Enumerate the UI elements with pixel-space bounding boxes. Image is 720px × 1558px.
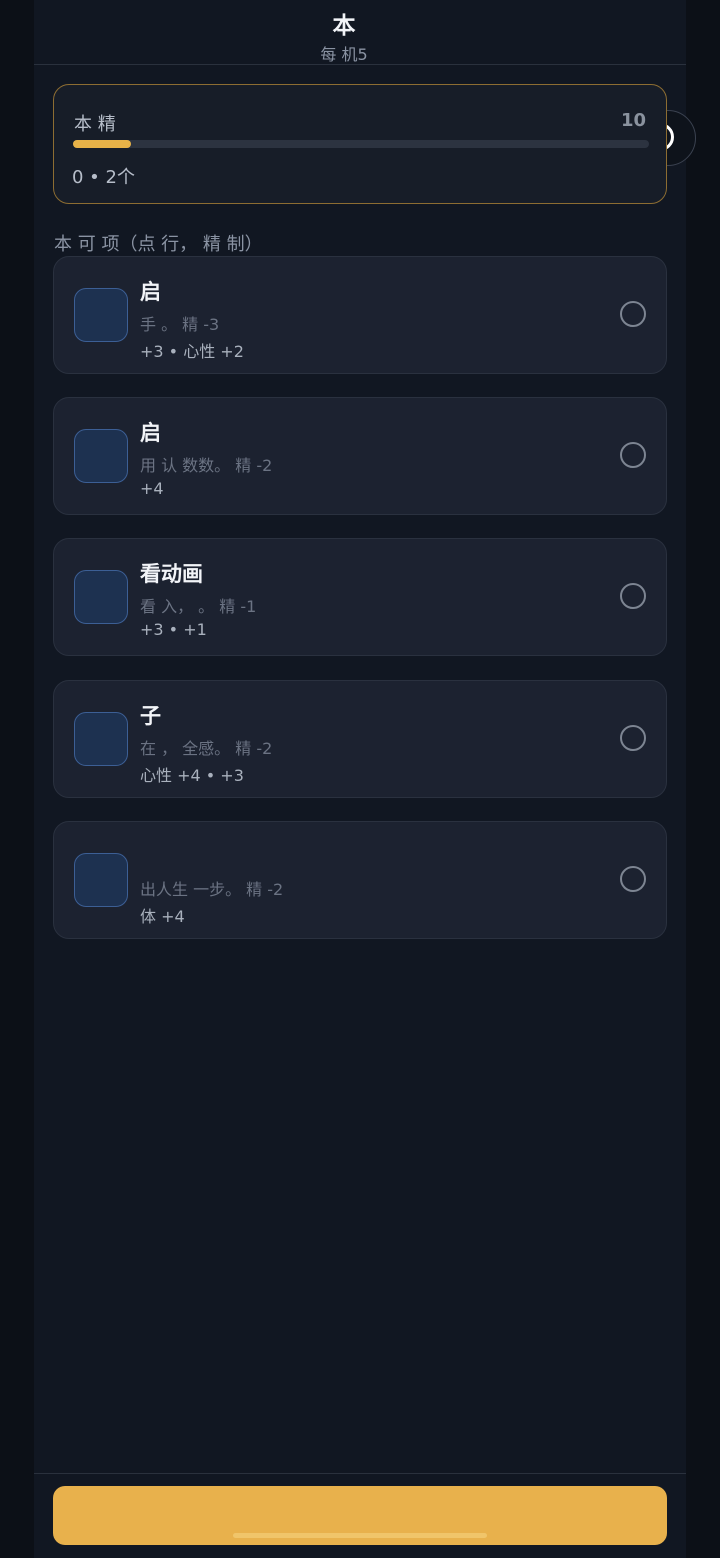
option-icon bbox=[74, 853, 128, 907]
option-radio[interactable] bbox=[620, 866, 646, 892]
header: 本 每 机5 bbox=[34, 0, 686, 65]
footer-divider bbox=[34, 1473, 686, 1474]
energy-value: 10 bbox=[621, 110, 647, 131]
energy-label: 本 精 bbox=[74, 114, 116, 135]
option-effect: 心性 +4 • +3 bbox=[140, 766, 244, 785]
option-title: 子 bbox=[140, 704, 161, 728]
option-title: 启 bbox=[140, 280, 161, 304]
energy-progress-fill bbox=[73, 140, 131, 148]
section-label: 本 可 项（点 行， 精 制） bbox=[54, 234, 263, 255]
option-card[interactable]: 出人生 一步。 精 -2 体 +4 bbox=[53, 821, 667, 939]
option-title: 看动画 bbox=[140, 562, 203, 586]
option-card[interactable]: 子 在 ， 全感。 精 -2 心性 +4 • +3 bbox=[53, 680, 667, 798]
option-icon bbox=[74, 712, 128, 766]
option-radio[interactable] bbox=[620, 301, 646, 327]
option-radio[interactable] bbox=[620, 442, 646, 468]
energy-status: 0 • 2个 bbox=[72, 167, 135, 188]
option-effect: 体 +4 bbox=[140, 907, 185, 926]
option-description: 用 认 数数。 精 -2 bbox=[140, 456, 273, 475]
option-description: 在 ， 全感。 精 -2 bbox=[140, 739, 273, 758]
option-card[interactable]: 启 手 。 精 -3 +3 • 心性 +2 bbox=[53, 256, 667, 374]
option-description: 看 入， 。 精 -1 bbox=[140, 597, 257, 616]
energy-progress-track bbox=[73, 140, 649, 148]
option-icon bbox=[74, 429, 128, 483]
option-card[interactable]: 看动画 看 入， 。 精 -1 +3 • +1 bbox=[53, 538, 667, 656]
energy-card: 本 精 10 0 • 2个 bbox=[53, 84, 667, 204]
option-description: 出人生 一步。 精 -2 bbox=[140, 880, 284, 899]
option-title: 启 bbox=[140, 421, 161, 445]
home-indicator bbox=[233, 1533, 487, 1538]
option-effect: +3 • 心性 +2 bbox=[140, 342, 244, 361]
option-effect: +3 • +1 bbox=[140, 620, 207, 639]
page-title: 本 bbox=[332, 13, 356, 39]
page-subtitle: 每 机5 bbox=[320, 45, 368, 64]
option-card[interactable]: 启 用 认 数数。 精 -2 +4 bbox=[53, 397, 667, 515]
option-effect: +4 bbox=[140, 479, 164, 498]
option-description: 手 。 精 -3 bbox=[140, 315, 220, 334]
option-radio[interactable] bbox=[620, 725, 646, 751]
option-icon bbox=[74, 288, 128, 342]
option-icon bbox=[74, 570, 128, 624]
option-radio[interactable] bbox=[620, 583, 646, 609]
